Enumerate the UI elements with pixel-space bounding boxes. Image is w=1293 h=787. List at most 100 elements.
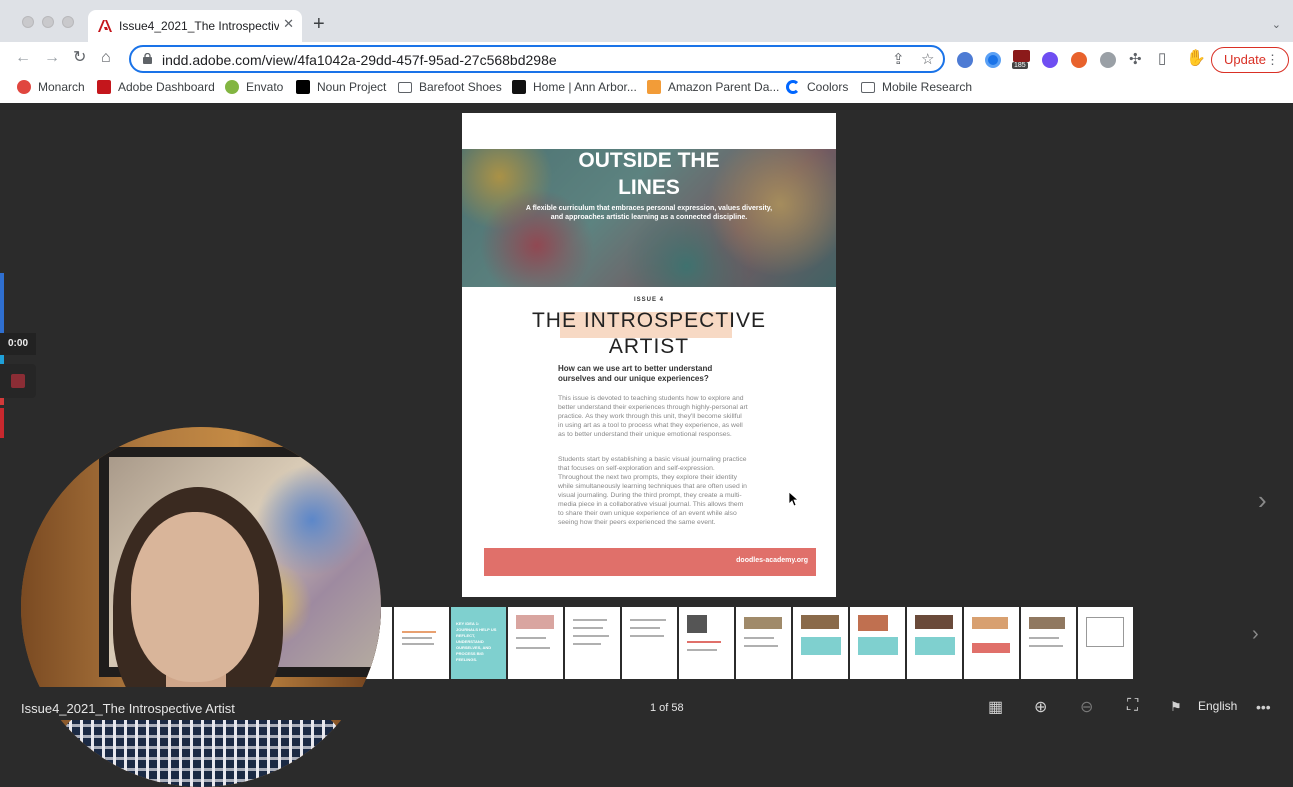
bookmark-star-icon[interactable]: ☆ xyxy=(921,50,934,68)
bookmark-label: Adobe Dashboard xyxy=(118,80,215,94)
folder-icon xyxy=(398,81,412,93)
tab-active[interactable]: Issue4_2021_The Introspective Artist ✕ xyxy=(88,10,302,42)
tab-close-icon[interactable]: ✕ xyxy=(283,16,294,32)
url-host: indd.adobe.com xyxy=(162,52,262,68)
side-panel-icon[interactable]: ▯ xyxy=(1158,49,1166,67)
tab-search-icon[interactable]: ⌄ xyxy=(1272,18,1281,31)
edge-strip xyxy=(0,273,4,333)
monarch-icon xyxy=(17,80,31,94)
bookmark-coolors[interactable]: Coolors xyxy=(786,80,848,94)
fullscreen-icon[interactable]: ⛶ xyxy=(1127,697,1138,715)
bookmark-adobe-dashboard[interactable]: Adobe Dashboard xyxy=(97,80,215,94)
next-page-chevron-icon[interactable]: › xyxy=(1258,485,1267,516)
thumbnail[interactable] xyxy=(679,607,734,679)
language-selector[interactable]: English xyxy=(1198,699,1237,713)
reload-icon[interactable]: ↻ xyxy=(73,48,86,68)
extension-b-icon[interactable] xyxy=(1071,52,1087,68)
report-flag-icon[interactable]: ⚑ xyxy=(1170,699,1182,715)
footer-url[interactable]: doodles-academy.org xyxy=(736,557,808,564)
grid-view-icon[interactable]: ▦ xyxy=(988,697,1003,717)
bookmark-label: Home | Ann Arbor... xyxy=(533,80,637,94)
footer-band: doodles-academy.org xyxy=(484,548,816,576)
thumbnail-teaser: KEY IDEA 1: JOURNALS HELP US REFLECT, UN… xyxy=(456,621,497,662)
bookmark-mobile-research[interactable]: Mobile Research xyxy=(861,80,972,94)
extension-gray-icon[interactable] xyxy=(1100,52,1116,68)
update-button[interactable]: Update ⋮ xyxy=(1211,47,1289,73)
bookmark-label: Amazon Parent Da... xyxy=(668,80,780,94)
thumbnail[interactable] xyxy=(1078,607,1133,679)
stop-recording-button[interactable] xyxy=(0,364,36,398)
thumbnail[interactable] xyxy=(508,607,563,679)
thumbnail[interactable] xyxy=(907,607,962,679)
bookmark-amazon-parent[interactable]: Amazon Parent Da... xyxy=(647,80,779,94)
site-icon xyxy=(512,80,526,94)
bookmark-label: Coolors xyxy=(807,80,849,94)
thumbnail[interactable] xyxy=(736,607,791,679)
document-title-line2: ARTIST xyxy=(608,335,690,358)
stop-icon xyxy=(11,374,25,388)
bookmark-label: Envato xyxy=(246,80,284,94)
webcam-overlay[interactable] xyxy=(21,427,381,787)
hero-title-line1: OUTSIDE THE xyxy=(578,149,720,172)
bookmark-label: Barefoot Shoes xyxy=(419,80,502,94)
page-counter: 1 of 58 xyxy=(650,702,684,714)
bookmark-home-ann-arbor[interactable]: Home | Ann Arbor... xyxy=(512,80,637,94)
extension-circle-icon[interactable] xyxy=(985,52,1001,68)
bookmark-monarch[interactable]: Monarch xyxy=(17,80,85,94)
document-page[interactable]: Doodles Academy presents: OUTSIDE THE LI… xyxy=(462,113,836,597)
hero-title: OUTSIDE THE LINES xyxy=(462,147,836,201)
hero-title-line2: LINES xyxy=(618,176,680,199)
extension-calendar-icon[interactable] xyxy=(1013,50,1030,62)
extension-asterisk-icon[interactable] xyxy=(1042,52,1058,68)
coolors-icon xyxy=(786,80,800,94)
detail-paragraph: Students start by establishing a basic v… xyxy=(558,456,747,526)
share-icon[interactable]: ⇪ xyxy=(892,50,905,68)
lock-icon xyxy=(143,53,152,64)
extension-badge: 185 xyxy=(1012,62,1028,69)
extension-hand-icon[interactable]: ✋ xyxy=(1186,48,1206,68)
thumbnail[interactable] xyxy=(1021,607,1076,679)
navigation-bar: ← → ↻ ⌂ indd.adobe.com/view/4fa1042a-29d… xyxy=(0,42,1293,76)
url-path: /view/4fa1042a-29dd-457f-95ad-27c568bd29… xyxy=(261,52,557,68)
recording-timer: 0:00 xyxy=(0,333,36,355)
viewer-toolbar: Issue4_2021_The Introspective Artist 1 o… xyxy=(0,687,1293,720)
address-bar[interactable]: indd.adobe.com/view/4fa1042a-29dd-457f-9… xyxy=(129,45,945,73)
back-icon[interactable]: ← xyxy=(15,48,31,68)
maximize-window-button[interactable] xyxy=(62,16,74,28)
bookmark-noun-project[interactable]: Noun Project xyxy=(296,80,386,94)
bookmarks-bar: Monarch Adobe Dashboard Envato Noun Proj… xyxy=(0,76,1293,103)
extension-lens-icon[interactable] xyxy=(957,52,973,68)
publication-viewer: Doodles Academy presents: OUTSIDE THE LI… xyxy=(0,103,1293,787)
more-options-icon[interactable]: ••• xyxy=(1256,699,1271,715)
thumbnail[interactable] xyxy=(394,607,449,679)
tab-bar: Issue4_2021_The Introspective Artist ✕ +… xyxy=(0,0,1293,42)
extensions-puzzle-icon[interactable]: ✣ xyxy=(1129,50,1142,68)
zoom-in-icon[interactable]: ⊕ xyxy=(1034,697,1047,717)
folder-icon xyxy=(861,81,875,93)
url-text: indd.adobe.com/view/4fa1042a-29dd-457f-9… xyxy=(162,52,557,68)
bookmark-label: Monarch xyxy=(38,80,85,94)
thumbnail[interactable] xyxy=(850,607,905,679)
zoom-out-icon[interactable]: ⊖ xyxy=(1080,697,1093,717)
document-title: THE INTROSPECTIVE ARTIST xyxy=(462,308,836,360)
intro-paragraph: This issue is devoted to teaching studen… xyxy=(558,395,748,438)
thumbnail[interactable] xyxy=(793,607,848,679)
bookmark-label: Mobile Research xyxy=(882,80,973,94)
more-menu-icon[interactable]: ⋮ xyxy=(1266,48,1279,72)
bookmark-label: Noun Project xyxy=(317,80,387,94)
webcam-person-face xyxy=(131,512,259,682)
adobe-icon xyxy=(97,80,111,94)
thumbnail[interactable] xyxy=(964,607,1019,679)
thumbnail[interactable] xyxy=(622,607,677,679)
hero-pretitle: Doodles Academy presents: xyxy=(605,134,693,141)
bookmark-barefoot-shoes[interactable]: Barefoot Shoes xyxy=(398,80,502,94)
bookmark-envato[interactable]: Envato xyxy=(225,80,283,94)
close-window-button[interactable] xyxy=(22,16,34,28)
thumbnails-next-chevron-icon[interactable]: › xyxy=(1252,623,1259,646)
home-icon[interactable]: ⌂ xyxy=(101,48,111,68)
thumbnail[interactable]: KEY IDEA 1: JOURNALS HELP US REFLECT, UN… xyxy=(451,607,506,679)
minimize-window-button[interactable] xyxy=(42,16,54,28)
new-tab-button[interactable]: + xyxy=(313,14,325,34)
thumbnail[interactable] xyxy=(565,607,620,679)
forward-icon[interactable]: → xyxy=(44,48,60,68)
